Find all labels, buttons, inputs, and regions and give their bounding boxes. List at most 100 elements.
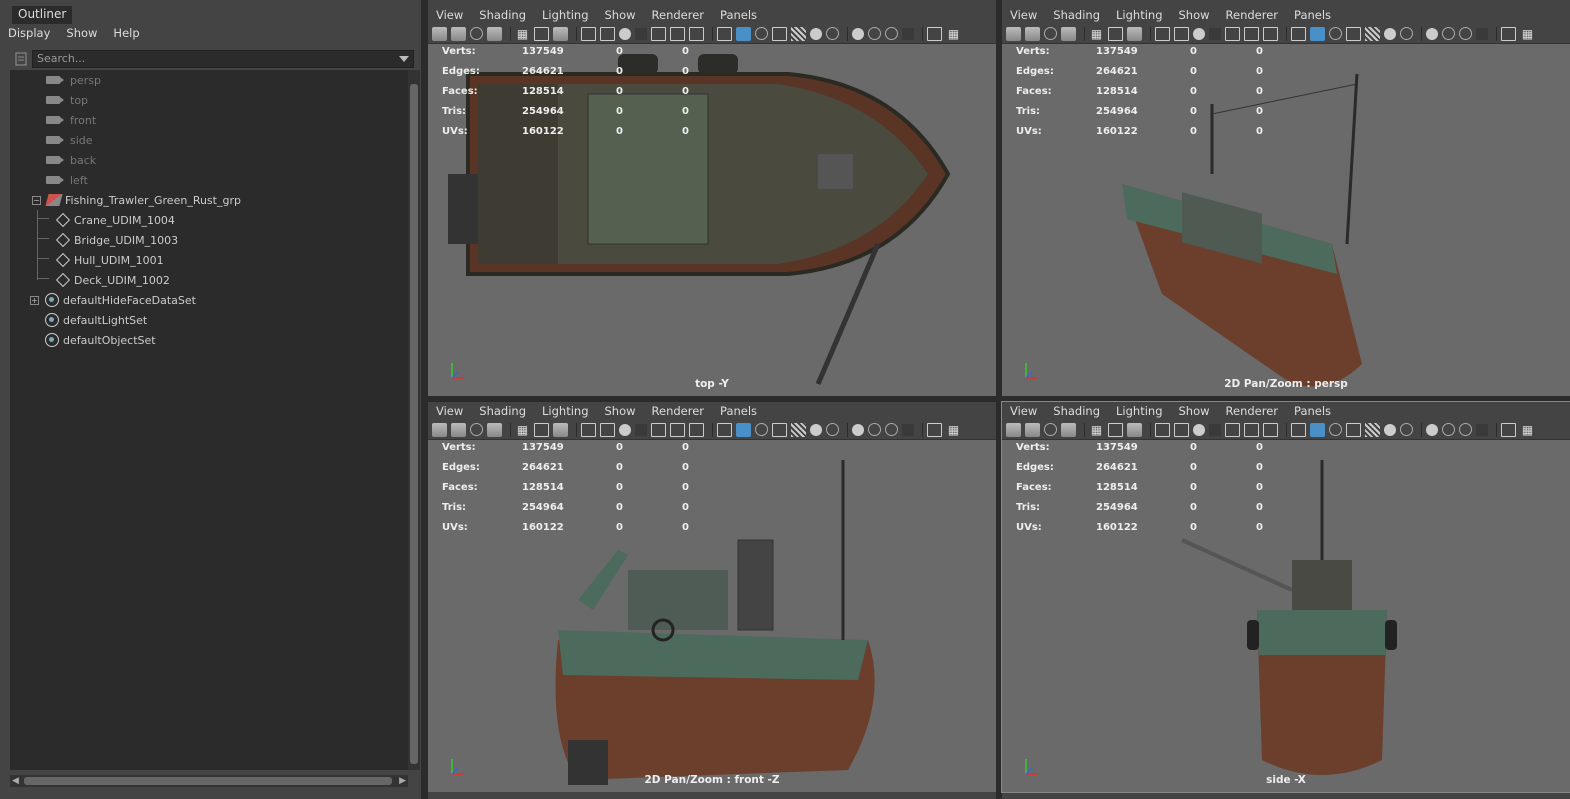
toolbar-icon[interactable]: [1044, 423, 1057, 436]
toolbar-icon[interactable]: [1209, 27, 1221, 40]
toolbar-icon[interactable]: [1346, 26, 1361, 41]
viewport-menu-shading[interactable]: Shading: [1051, 402, 1107, 420]
toolbar-icon[interactable]: [1044, 27, 1057, 40]
toolbar-icon[interactable]: [534, 26, 549, 41]
outliner-tree[interactable]: persp top front side back left − Fishing…: [10, 70, 408, 770]
toolbar-icon[interactable]: [736, 26, 751, 41]
toolbar-icon[interactable]: ▦: [946, 423, 961, 437]
toolbar-icon[interactable]: [553, 26, 568, 41]
toolbar-icon[interactable]: ▦: [515, 27, 530, 41]
toolbar-icon[interactable]: [717, 26, 732, 41]
toolbar-icon[interactable]: [619, 423, 631, 436]
toolbar-icon[interactable]: [670, 26, 685, 41]
toolbar-icon[interactable]: [635, 423, 647, 436]
viewport-menu-view[interactable]: View: [434, 402, 470, 420]
toolbar-icon[interactable]: [1108, 26, 1123, 41]
toolbar-icon[interactable]: [868, 27, 881, 40]
toolbar-icon[interactable]: [1476, 27, 1488, 40]
outliner-horizontal-scrollbar[interactable]: ◀ ▶: [10, 775, 408, 787]
toolbar-icon[interactable]: [736, 422, 751, 437]
outliner-item-side[interactable]: side: [10, 130, 408, 150]
toolbar-icon[interactable]: [1209, 423, 1221, 436]
toolbar-icon[interactable]: ▦: [515, 423, 530, 437]
filter-icon[interactable]: [10, 49, 32, 68]
toolbar-icon[interactable]: [885, 423, 898, 436]
outliner-item-hide-face-set[interactable]: + defaultHideFaceDataSet: [10, 290, 408, 310]
toolbar-icon[interactable]: [1108, 422, 1123, 437]
menu-show[interactable]: Show: [58, 24, 105, 44]
toolbar-icon[interactable]: [1155, 422, 1170, 437]
toolbar-icon[interactable]: [1291, 26, 1306, 41]
toolbar-icon[interactable]: [1006, 26, 1021, 41]
toolbar-icon[interactable]: [772, 26, 787, 41]
toolbar-icon[interactable]: [791, 422, 806, 437]
toolbar-icon[interactable]: [1310, 422, 1325, 437]
viewport-menu-lighting[interactable]: Lighting: [540, 6, 595, 24]
toolbar-icon[interactable]: [852, 423, 864, 436]
scroll-right-icon[interactable]: ▶: [399, 776, 406, 786]
menu-display[interactable]: Display: [0, 24, 58, 44]
viewport-side[interactable]: View Shading Lighting Show Renderer Panels ▦ ▦ …: [1001, 401, 1570, 793]
toolbar-icon[interactable]: [717, 422, 732, 437]
toolbar-icon[interactable]: [1225, 26, 1240, 41]
collapse-toggle-icon[interactable]: −: [32, 195, 41, 205]
viewport-menu-panels[interactable]: Panels: [718, 402, 764, 420]
toolbar-icon[interactable]: [927, 422, 942, 437]
toolbar-icon[interactable]: [852, 27, 864, 40]
viewport-menu-view[interactable]: View: [1008, 6, 1044, 24]
toolbar-icon[interactable]: [810, 423, 822, 436]
outliner-item-bridge[interactable]: Bridge_UDIM_1003: [10, 230, 408, 250]
toolbar-icon[interactable]: [868, 423, 881, 436]
viewport-menu-show[interactable]: Show: [1177, 6, 1217, 24]
toolbar-icon[interactable]: [1365, 422, 1380, 437]
toolbar-icon[interactable]: [1263, 422, 1278, 437]
viewport-menu-lighting[interactable]: Lighting: [540, 402, 595, 420]
toolbar-icon[interactable]: [772, 422, 787, 437]
viewport-menu-lighting[interactable]: Lighting: [1114, 6, 1169, 24]
toolbar-icon[interactable]: [810, 27, 822, 40]
chevron-down-icon[interactable]: [399, 55, 409, 62]
viewport-menu-lighting[interactable]: Lighting: [1114, 402, 1169, 420]
toolbar-icon[interactable]: [927, 26, 942, 41]
expand-toggle-icon[interactable]: +: [30, 295, 39, 305]
toolbar-icon[interactable]: [534, 422, 549, 437]
viewport-menu-panels[interactable]: Panels: [1292, 402, 1338, 420]
toolbar-icon[interactable]: [1193, 27, 1205, 40]
viewport-persp[interactable]: View Shading Lighting Show Renderer Panels ▦ ▦ …: [1002, 6, 1570, 396]
viewport-menu-renderer[interactable]: Renderer: [650, 402, 712, 420]
toolbar-icon[interactable]: [1225, 422, 1240, 437]
toolbar-icon[interactable]: [1155, 26, 1170, 41]
viewport-menu-renderer[interactable]: Renderer: [650, 6, 712, 24]
toolbar-icon[interactable]: [619, 27, 631, 40]
toolbar-icon[interactable]: [1459, 27, 1472, 40]
viewport-menu-shading[interactable]: Shading: [477, 6, 533, 24]
toolbar-icon[interactable]: [1384, 27, 1396, 40]
toolbar-icon[interactable]: [651, 422, 666, 437]
toolbar-icon[interactable]: [902, 27, 914, 40]
toolbar-icon[interactable]: [1127, 26, 1142, 41]
toolbar-icon[interactable]: [1476, 423, 1488, 436]
outliner-item-object-set[interactable]: defaultObjectSet: [10, 330, 408, 350]
outliner-item-front[interactable]: front: [10, 110, 408, 130]
toolbar-icon[interactable]: [553, 422, 568, 437]
toolbar-icon[interactable]: [1400, 423, 1413, 436]
toolbar-icon[interactable]: [451, 26, 466, 41]
toolbar-icon[interactable]: [1384, 423, 1396, 436]
toolbar-icon[interactable]: [1346, 422, 1361, 437]
toolbar-icon[interactable]: ▦: [1089, 423, 1104, 437]
outliner-item-trawler-group[interactable]: − Fishing_Trawler_Green_Rust_grp: [10, 190, 408, 210]
toolbar-icon[interactable]: [791, 26, 806, 41]
toolbar-icon[interactable]: [1061, 422, 1076, 437]
toolbar-icon[interactable]: [581, 422, 596, 437]
toolbar-icon[interactable]: [1025, 26, 1040, 41]
scroll-thumb[interactable]: [410, 84, 418, 764]
toolbar-icon[interactable]: [1442, 27, 1455, 40]
viewport-menu-shading[interactable]: Shading: [1051, 6, 1107, 24]
toolbar-icon[interactable]: [600, 422, 615, 437]
outliner-item-back[interactable]: back: [10, 150, 408, 170]
toolbar-icon[interactable]: [1329, 423, 1342, 436]
toolbar-icon[interactable]: [635, 27, 647, 40]
toolbar-icon[interactable]: [1244, 26, 1259, 41]
outliner-item-hull[interactable]: Hull_UDIM_1001: [10, 250, 408, 270]
toolbar-icon[interactable]: [1174, 422, 1189, 437]
